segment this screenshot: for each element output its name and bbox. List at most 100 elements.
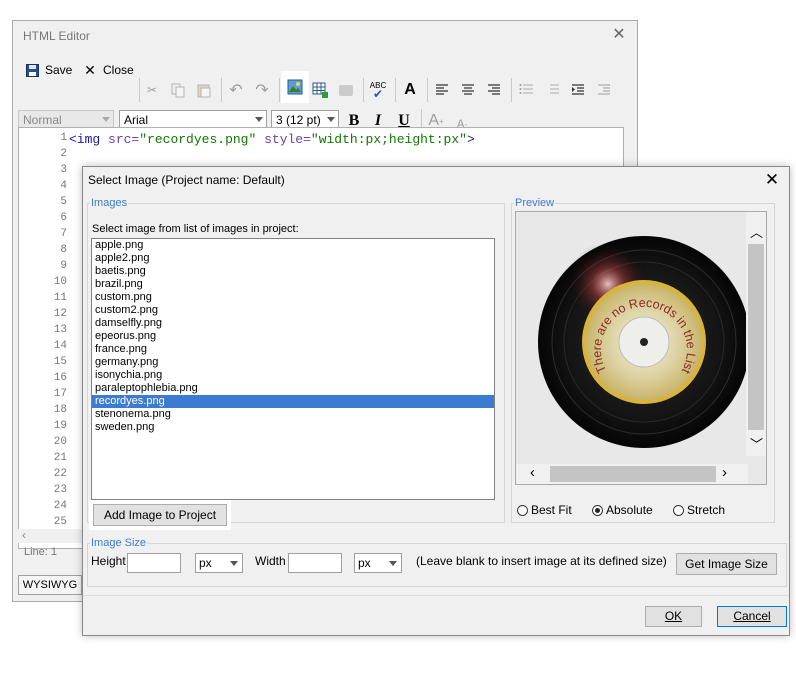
line-number: 17 xyxy=(53,388,67,400)
cut-icon[interactable]: ✂ xyxy=(141,79,163,101)
image-size-legend: Image Size xyxy=(91,537,147,549)
line-number: 10 xyxy=(53,276,67,288)
insert-image-icon[interactable] xyxy=(281,71,309,103)
image-list-item[interactable]: paraleptophlebia.png xyxy=(92,382,494,395)
scrollbar-thumb[interactable] xyxy=(748,244,764,430)
scroll-left-icon[interactable]: ‹ xyxy=(22,528,26,542)
editor-close-icon[interactable]: ✕ xyxy=(609,25,629,45)
line-number: 22 xyxy=(53,468,67,480)
best-fit-label: Best Fit xyxy=(531,503,572,517)
line-number: 13 xyxy=(53,324,67,336)
code-tag-close: > xyxy=(466,132,475,147)
insert-object-icon[interactable] xyxy=(335,79,357,101)
image-list-item[interactable]: brazil.png xyxy=(92,278,494,291)
image-list-item[interactable]: custom.png xyxy=(92,291,494,304)
chevron-down-icon[interactable]: ﹀ xyxy=(750,434,763,453)
paste-icon[interactable] xyxy=(193,79,215,101)
line-number: 16 xyxy=(53,372,67,384)
toolbar-separator xyxy=(279,78,280,102)
image-list-item[interactable]: custom2.png xyxy=(92,304,494,317)
dialog-title: Select Image (Project name: Default) xyxy=(88,173,285,187)
images-instruction: Select image from list of images in proj… xyxy=(92,223,299,235)
record-image: There are no Records in the List xyxy=(538,236,748,448)
fit-stretch-radio[interactable]: Stretch xyxy=(673,503,725,517)
image-list-item[interactable]: stenonema.png xyxy=(92,408,494,421)
close-label: Close xyxy=(103,63,134,77)
numbered-list-icon[interactable] xyxy=(541,79,563,101)
radio-off-icon xyxy=(517,504,528,516)
line-number: 11 xyxy=(53,292,67,304)
tab-wysiwyg[interactable]: WYSIWYG xyxy=(18,575,82,595)
toolbar-separator xyxy=(395,78,396,102)
outdent-icon[interactable] xyxy=(593,79,615,101)
font-color-icon[interactable]: A xyxy=(399,79,421,101)
redo-icon[interactable]: ↷ xyxy=(251,79,273,101)
save-label: Save xyxy=(45,63,73,77)
width-input[interactable] xyxy=(288,553,342,573)
height-input[interactable] xyxy=(127,553,181,573)
line-number: 12 xyxy=(53,308,67,320)
align-right-icon[interactable] xyxy=(483,79,505,101)
line-number: 5 xyxy=(60,196,67,208)
align-center-icon[interactable] xyxy=(457,79,479,101)
chevron-down-icon xyxy=(255,117,263,122)
chevron-down-icon xyxy=(230,561,238,566)
width-unit-value: px xyxy=(358,556,371,570)
fit-best-fit-radio[interactable]: Best Fit xyxy=(517,503,572,517)
add-image-to-project-button[interactable]: Add Image to Project xyxy=(89,500,231,530)
floppy-disk-icon xyxy=(23,61,41,79)
chevron-left-icon[interactable]: ‹ xyxy=(530,464,535,481)
cancel-button[interactable]: Cancel xyxy=(717,606,787,627)
image-list-item[interactable]: recordyes.png xyxy=(92,395,494,408)
copy-icon[interactable] xyxy=(167,79,189,101)
image-list-item[interactable]: isonychia.png xyxy=(92,369,494,382)
toolbar-separator xyxy=(221,78,222,102)
undo-icon[interactable]: ↶ xyxy=(225,79,247,101)
ok-button[interactable]: OK xyxy=(645,606,702,627)
line-number: 20 xyxy=(53,436,67,448)
get-image-size-button[interactable]: Get Image Size xyxy=(676,553,777,575)
line-number: 21 xyxy=(53,452,67,464)
image-list-item[interactable]: germany.png xyxy=(92,356,494,369)
image-list-item[interactable]: france.png xyxy=(92,343,494,356)
line-number: 4 xyxy=(60,180,67,192)
indent-icon[interactable] xyxy=(567,79,589,101)
image-list-item[interactable]: epeorus.png xyxy=(92,330,494,343)
line-number: 25 xyxy=(53,516,67,528)
image-list-item[interactable]: apple2.png xyxy=(92,252,494,265)
chevron-right-icon[interactable]: › xyxy=(722,464,727,481)
fit-absolute-radio[interactable]: Absolute xyxy=(592,503,653,517)
insert-table-icon[interactable] xyxy=(309,79,331,101)
line-number: 7 xyxy=(60,228,67,240)
toolbar-separator xyxy=(511,78,512,102)
image-list-item[interactable]: damselfly.png xyxy=(92,317,494,330)
toolbar-separator xyxy=(427,78,428,102)
image-list-item[interactable]: baetis.png xyxy=(92,265,494,278)
line-number: 14 xyxy=(53,340,67,352)
width-label: Width xyxy=(255,554,286,568)
font-family-value: Arial xyxy=(124,113,149,127)
height-unit-select[interactable]: px xyxy=(195,553,243,573)
save-button[interactable]: Save xyxy=(23,59,72,81)
preview-horizontal-scrollbar[interactable]: ‹ › xyxy=(516,464,748,484)
line-number: 18 xyxy=(53,404,67,416)
image-list-item[interactable]: apple.png xyxy=(92,239,494,252)
align-left-icon[interactable] xyxy=(431,79,453,101)
close-button[interactable]: ✕ Close xyxy=(81,59,134,81)
width-unit-select[interactable]: px xyxy=(354,553,402,573)
preview-legend: Preview xyxy=(515,197,555,209)
dialog-close-icon[interactable]: ✕ xyxy=(763,170,781,190)
line-number: 6 xyxy=(60,212,67,224)
editor-title: HTML Editor xyxy=(23,29,90,43)
image-list[interactable]: apple.png apple2.png baetis.png brazil.png c… xyxy=(91,238,495,500)
image-list-item[interactable]: sweden.png xyxy=(92,421,494,434)
preview-vertical-scrollbar[interactable]: ︿ ﹀ xyxy=(746,212,766,456)
chevron-up-icon[interactable]: ︿ xyxy=(750,222,763,241)
scrollbar-thumb[interactable] xyxy=(550,466,716,482)
line-number-gutter: 1 2 3 4 5 6 7 8 9 10 11 12 13 14 15 16 17 18 19 20 21 22 23 24 2… xyxy=(19,128,67,548)
spell-check-icon[interactable]: ABC ✔ xyxy=(367,79,389,101)
bulleted-list-icon[interactable] xyxy=(515,79,537,101)
toolbar-separator xyxy=(363,78,364,102)
absolute-label: Absolute xyxy=(606,503,653,517)
preview-pane[interactable]: There are no Records in the List ︿ ﹀ ‹ › xyxy=(515,211,767,485)
